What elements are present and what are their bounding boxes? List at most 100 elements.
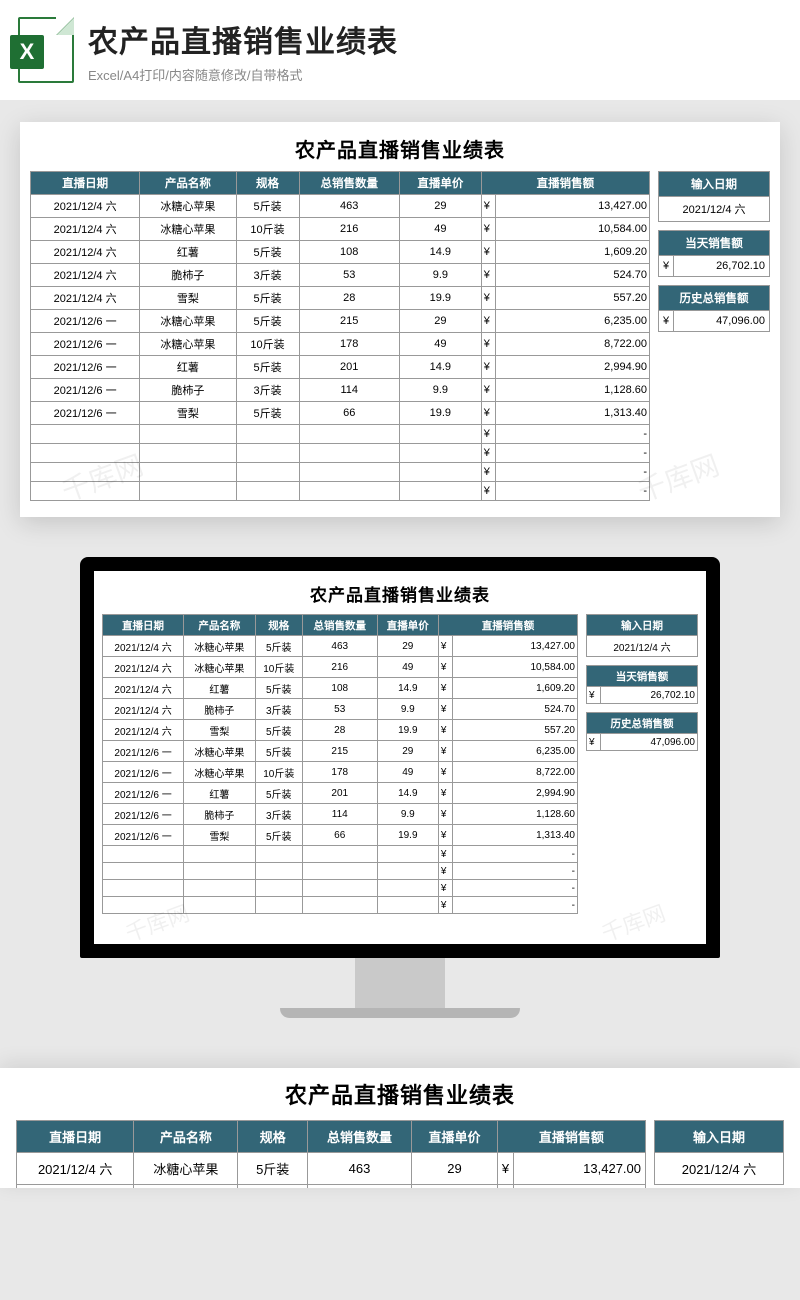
- cell-price: 19.9: [399, 402, 481, 425]
- cell-qty: 66: [299, 402, 399, 425]
- cell-price: 49: [399, 218, 481, 241]
- table-row: 2021/12/6 一脆柿子3斤装1149.9¥1,128.60: [31, 379, 650, 402]
- cell-price: 9.9: [399, 264, 481, 287]
- col-header-price: 直播单价: [412, 1121, 498, 1153]
- sheet-preview-card: 农产品直播销售业绩表 直播日期产品名称规格总销售数量直播单价直播销售额2021/…: [20, 122, 780, 517]
- side-value-input-date: 2021/12/4 六: [587, 636, 698, 657]
- side-panel: 输入日期2021/12/4 六当天销售额¥26,702.10历史总销售额¥47,…: [658, 171, 770, 501]
- template-banner: X 农产品直播销售业绩表 Excel/A4打印/内容随意修改/自带格式: [0, 0, 800, 100]
- cell-sales: 8,722.00: [495, 333, 649, 356]
- cell-qty: 28: [302, 720, 377, 741]
- cell-date: 2021/12/6 一: [103, 804, 184, 825]
- cell-currency: ¥: [481, 310, 495, 333]
- side-block-total-sales: 历史总销售额¥47,096.00: [658, 285, 770, 332]
- cell-qty: 114: [299, 379, 399, 402]
- cell-spec: 5斤装: [255, 678, 302, 699]
- cell-sales: 1,313.40: [452, 825, 577, 846]
- cell-date: 2021/12/6 一: [103, 762, 184, 783]
- cell-date: 2021/12/4 六: [31, 287, 140, 310]
- cell-sales: 557.20: [452, 720, 577, 741]
- monitor-screen: 农产品直播销售业绩表 直播日期产品名称规格总销售数量直播单价直播销售额2021/…: [80, 557, 720, 958]
- cell-currency: ¥: [481, 333, 495, 356]
- cell-product: 冰糖心苹果: [134, 1153, 238, 1185]
- monitor-mockup-zone: 农产品直播销售业绩表 直播日期产品名称规格总销售数量直播单价直播销售额2021/…: [0, 557, 800, 1018]
- cell-spec: 3斤装: [236, 379, 299, 402]
- col-header-date: 直播日期: [103, 615, 184, 636]
- cell-sales: 2,994.90: [452, 783, 577, 804]
- sheet-body: 直播日期产品名称规格总销售数量直播单价直播销售额2021/12/4 六冰糖心苹果…: [102, 614, 698, 914]
- table-row: 2021/12/6 一红薯5斤装20114.9¥2,994.90: [103, 783, 578, 804]
- cell-date: 2021/12/6 一: [31, 310, 140, 333]
- cell-date: 2021/12/6 一: [103, 741, 184, 762]
- cell-currency: ¥: [438, 804, 452, 825]
- table-row: 2021/12/4 六雪梨5斤装2819.9¥557.20: [31, 287, 650, 310]
- cell-sales: 8,722.00: [452, 762, 577, 783]
- cell-sales: 6,235.00: [495, 310, 649, 333]
- table-row-empty: ¥-: [103, 863, 578, 880]
- cell-spec: 5斤装: [236, 241, 299, 264]
- cell-qty: 463: [299, 195, 399, 218]
- cell-spec: 10斤装: [238, 1185, 308, 1189]
- excel-file-icon: X: [18, 17, 74, 83]
- table-row-empty: ¥-: [103, 880, 578, 897]
- table-row: 2021/12/4 六冰糖心苹果10斤装21649¥10,584.00: [103, 657, 578, 678]
- cell-product: 冰糖心苹果: [184, 657, 256, 678]
- side-label-input-date: 输入日期: [655, 1121, 784, 1153]
- cell-spec: 5斤装: [238, 1153, 308, 1185]
- main-sales-table: 直播日期产品名称规格总销售数量直播单价直播销售额2021/12/4 六冰糖心苹果…: [16, 1120, 646, 1188]
- table-row: 2021/12/6 一雪梨5斤装6619.9¥1,313.40: [103, 825, 578, 846]
- cell-product: 冰糖心苹果: [134, 1185, 238, 1189]
- table-row: 2021/12/4 六冰糖心苹果10斤装21649¥10,584.00: [31, 218, 650, 241]
- cell-sales: 1,128.60: [495, 379, 649, 402]
- cell-product: 红薯: [184, 783, 256, 804]
- cell-price: 14.9: [399, 356, 481, 379]
- cell-sales: 557.20: [495, 287, 649, 310]
- col-header-date: 直播日期: [17, 1121, 134, 1153]
- cell-date: 2021/12/6 一: [103, 825, 184, 846]
- cell-qty: 463: [302, 636, 377, 657]
- cell-product: 冰糖心苹果: [184, 741, 256, 762]
- cell-date: 2021/12/6 一: [31, 402, 140, 425]
- table-row-empty: ¥-: [31, 482, 650, 501]
- sheet-body: 直播日期产品名称规格总销售数量直播单价直播销售额2021/12/4 六冰糖心苹果…: [30, 171, 770, 501]
- cell-date: 2021/12/6 一: [31, 356, 140, 379]
- cell-qty: 215: [299, 310, 399, 333]
- monitor-stand-neck: [355, 958, 445, 1008]
- cell-spec: 5斤装: [255, 783, 302, 804]
- cell-spec: 5斤装: [255, 636, 302, 657]
- cell-spec: 5斤装: [236, 195, 299, 218]
- cell-qty: 216: [299, 218, 399, 241]
- cell-spec: 10斤装: [255, 657, 302, 678]
- cell-qty: 201: [302, 783, 377, 804]
- cell-date: 2021/12/4 六: [103, 657, 184, 678]
- sheet-title: 农产品直播销售业绩表: [102, 581, 698, 606]
- cell-price: 19.9: [399, 287, 481, 310]
- sheet-body: 直播日期产品名称规格总销售数量直播单价直播销售额2021/12/4 六冰糖心苹果…: [16, 1120, 784, 1188]
- side-block-day-sales: 当天销售额¥26,702.10: [586, 665, 698, 704]
- banner-subtitle: Excel/A4打印/内容随意修改/自带格式: [88, 65, 782, 84]
- cell-price: 29: [399, 310, 481, 333]
- table-row: 2021/12/4 六红薯5斤装10814.9¥1,609.20: [103, 678, 578, 699]
- cell-spec: 3斤装: [255, 804, 302, 825]
- table-row: 2021/12/6 一雪梨5斤装6619.9¥1,313.40: [31, 402, 650, 425]
- cell-currency: ¥: [481, 379, 495, 402]
- col-header-qty: 总销售数量: [299, 172, 399, 195]
- cell-sales: 10,584.00: [514, 1185, 646, 1189]
- cell-sales: 13,427.00: [514, 1153, 646, 1185]
- cell-spec: 10斤装: [236, 218, 299, 241]
- cell-product: 冰糖心苹果: [140, 195, 236, 218]
- cell-product: 雪梨: [140, 287, 236, 310]
- cell-sales: 1,609.20: [452, 678, 577, 699]
- table-row: 2021/12/6 一冰糖心苹果5斤装21529¥6,235.00: [103, 741, 578, 762]
- col-header-product: 产品名称: [140, 172, 236, 195]
- cell-product: 雪梨: [140, 402, 236, 425]
- table-row: 2021/12/4 六红薯5斤装10814.9¥1,609.20: [31, 241, 650, 264]
- table-row: 2021/12/6 一红薯5斤装20114.9¥2,994.90: [31, 356, 650, 379]
- table-row: 2021/12/4 六雪梨5斤装2819.9¥557.20: [103, 720, 578, 741]
- cell-date: 2021/12/4 六: [31, 264, 140, 287]
- cell-qty: 463: [307, 1153, 411, 1185]
- cell-spec: 3斤装: [255, 699, 302, 720]
- cell-sales: 1,128.60: [452, 804, 577, 825]
- cell-spec: 3斤装: [236, 264, 299, 287]
- cell-spec: 5斤装: [236, 310, 299, 333]
